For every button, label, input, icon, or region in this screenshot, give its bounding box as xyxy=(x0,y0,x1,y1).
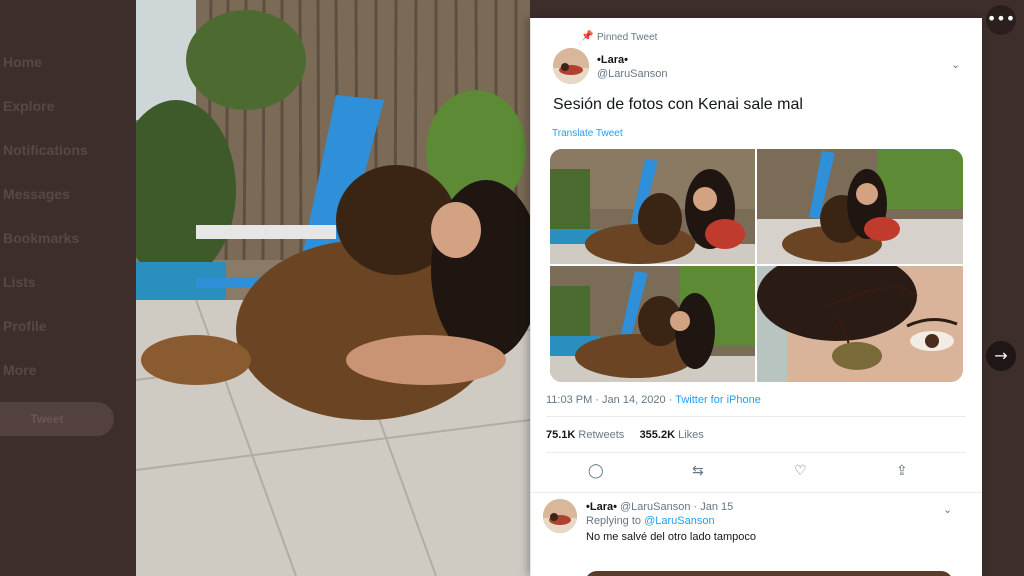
nav-item-bookmarks[interactable]: Bookmarks xyxy=(0,216,135,260)
ellipsis-icon: ••• xyxy=(986,9,1016,28)
likes-stat[interactable]: 355.2K Likes xyxy=(640,429,704,441)
chevron-down-icon[interactable]: ⌄ xyxy=(951,58,960,71)
arrow-right-icon: → xyxy=(994,346,1008,365)
nav-item-more[interactable]: More xyxy=(0,348,135,392)
author-name[interactable]: •Lara• xyxy=(597,54,628,66)
avatar[interactable] xyxy=(553,48,589,84)
retweet-icon[interactable]: ⇆ xyxy=(692,463,704,479)
nav-item-explore[interactable]: Explore xyxy=(0,84,135,128)
tweet-meta: 11:03 PM · Jan 14, 2020 · Twitter for iP… xyxy=(546,394,761,406)
reply-icon[interactable]: ◯ xyxy=(588,463,604,479)
reply-header: •Lara• @LaruSanson · Jan 15 xyxy=(586,501,733,513)
retweets-stat[interactable]: 75.1K Retweets xyxy=(546,429,624,441)
tweet-panel: 📌 Pinned Tweet •Lara• @LaruSanson ⌄ Sesi… xyxy=(530,18,982,576)
replying-handle[interactable]: @LaruSanson xyxy=(644,515,715,527)
tweet-timestamp[interactable]: 11:03 PM · Jan 14, 2020 · xyxy=(546,394,675,406)
share-icon[interactable]: ⇪ xyxy=(896,463,908,479)
grid-photo-3[interactable] xyxy=(550,266,755,382)
likes-count: 355.2K xyxy=(639,429,676,441)
reply-tweet[interactable]: •Lara• @LaruSanson · Jan 15 Replying to … xyxy=(531,492,982,576)
grid-photo-1[interactable] xyxy=(550,149,755,264)
reply-handle-date: @LaruSanson · Jan 15 xyxy=(616,501,734,513)
next-media-button[interactable]: → xyxy=(986,341,1016,371)
reply-text: No me salvé del otro lado tampoco xyxy=(586,531,756,543)
reply-avatar[interactable] xyxy=(543,499,577,533)
media-viewer: Home Explore Notifications Messages Book… xyxy=(0,0,1024,576)
grid-photo-2[interactable] xyxy=(757,149,963,264)
tweet-text: Sesión de fotos con Kenai sale mal xyxy=(553,96,803,113)
sidebar-nav: Home Explore Notifications Messages Book… xyxy=(0,40,135,392)
pinned-label: Pinned Tweet xyxy=(597,32,658,43)
chevron-down-icon[interactable]: ⌄ xyxy=(943,503,952,516)
tweet-actions: ◯ ⇆ ♡ ⇪ xyxy=(546,463,966,487)
tweet-button[interactable]: Tweet xyxy=(0,402,114,436)
nav-item-messages[interactable]: Messages xyxy=(0,172,135,216)
like-icon[interactable]: ♡ xyxy=(794,463,807,479)
nav-item-lists[interactable]: Lists xyxy=(0,260,135,304)
nav-item-notifications[interactable]: Notifications xyxy=(0,128,135,172)
divider xyxy=(546,416,966,417)
author-handle[interactable]: @LaruSanson xyxy=(597,68,668,80)
pin-icon: 📌 xyxy=(581,31,594,42)
nav-item-home[interactable]: Home xyxy=(0,40,135,84)
translate-link[interactable]: Translate Tweet xyxy=(552,128,623,139)
reply-author-name[interactable]: •Lara• xyxy=(586,501,617,513)
replying-to: Replying to @LaruSanson xyxy=(586,515,715,527)
divider xyxy=(546,452,966,453)
photo-grid xyxy=(550,149,963,382)
tweet-source[interactable]: Twitter for iPhone xyxy=(675,394,761,406)
tweet-stats: 75.1K Retweets 355.2K Likes xyxy=(546,429,704,441)
main-photo xyxy=(136,0,530,576)
grid-photo-4[interactable] xyxy=(757,266,963,382)
nav-item-profile[interactable]: Profile xyxy=(0,304,135,348)
retweets-label: Retweets xyxy=(575,429,625,441)
replying-label: Replying to xyxy=(586,515,645,527)
reply-photo[interactable] xyxy=(585,571,953,576)
retweets-count: 75.1K xyxy=(546,429,576,441)
more-options-button[interactable]: ••• xyxy=(986,5,1016,35)
likes-label: Likes xyxy=(675,429,704,441)
